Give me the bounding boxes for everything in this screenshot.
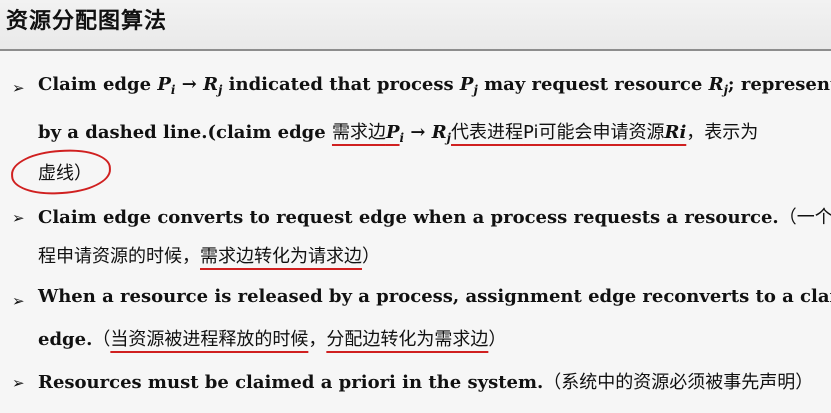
- bullet-3-line-2: edge.（当资源被进程释放的时候，分配边转化为需求边）: [38, 329, 507, 350]
- red-circle-annotation: [9, 147, 113, 197]
- title-divider: [0, 49, 831, 51]
- bullet-arrow-icon: ➢: [12, 292, 25, 310]
- bullet-arrow-icon: ➢: [12, 209, 25, 227]
- bullet-2-line-1: Claim edge converts to request edge when…: [38, 207, 831, 228]
- bullet-4-line-1: Resources must be claimed a priori in th…: [38, 372, 814, 393]
- bullet-arrow-icon: ➢: [12, 79, 25, 97]
- bullet-1-line-2: by a dashed line.(claim edge 需求边Pi → Rj代…: [38, 122, 759, 145]
- underlined-phrase: 需求边转化为请求边: [200, 246, 362, 267]
- slide-title: 资源分配图算法: [6, 9, 168, 34]
- bullet-arrow-icon: ➢: [12, 374, 25, 392]
- underlined-phrase: 需求边: [331, 122, 386, 143]
- bullet-3-line-1: When a resource is released by a process…: [38, 286, 831, 307]
- bullet-2-line-2: 程申请资源的时候，需求边转化为请求边）: [38, 246, 380, 267]
- bullet-1-line-1: Claim edge Pi → Rj indicated that proces…: [38, 74, 831, 97]
- underlined-phrase: 当资源被进程释放的时候: [110, 329, 309, 350]
- underlined-phrase: 分配边转化为需求边: [326, 329, 489, 350]
- title-bar: 资源分配图算法: [0, 0, 831, 51]
